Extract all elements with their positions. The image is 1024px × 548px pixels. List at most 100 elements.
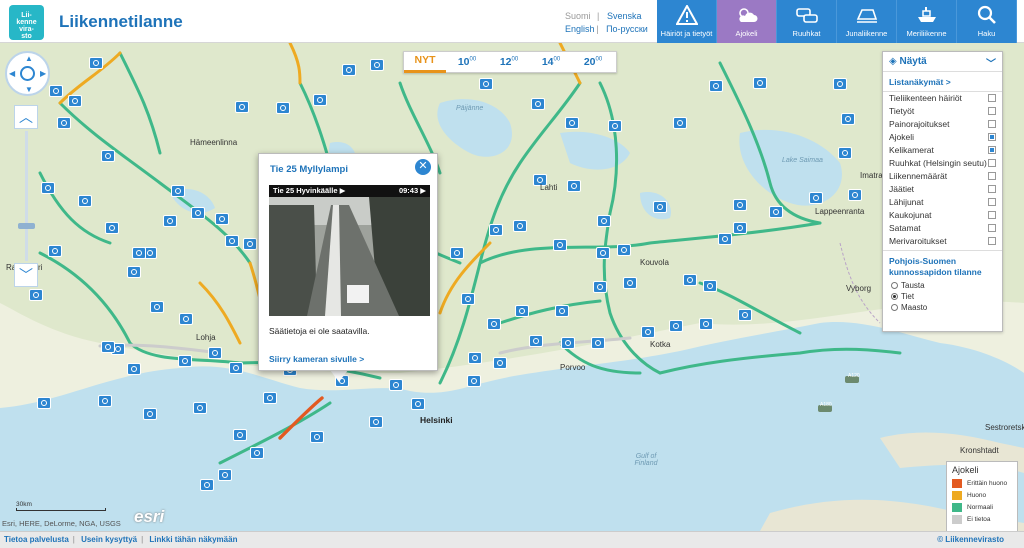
- camera-marker-icon[interactable]: [193, 402, 207, 414]
- layer-item[interactable]: Liikennemäärät: [883, 170, 1002, 183]
- camera-marker-icon[interactable]: [669, 320, 683, 332]
- camera-marker-icon[interactable]: [591, 337, 605, 349]
- camera-marker-icon[interactable]: [235, 101, 249, 113]
- camera-marker-icon[interactable]: [555, 305, 569, 317]
- camera-marker-icon[interactable]: [41, 182, 55, 194]
- camera-marker-icon[interactable]: [37, 397, 51, 409]
- camera-marker-icon[interactable]: [468, 352, 482, 364]
- camera-marker-icon[interactable]: [143, 408, 157, 420]
- camera-marker-icon[interactable]: [461, 293, 475, 305]
- pan-down-icon[interactable]: ▼: [25, 85, 33, 94]
- camera-marker-icon[interactable]: [467, 375, 481, 387]
- time-now[interactable]: NYT: [404, 51, 446, 73]
- footer-link-share[interactable]: Linkki tähän näkymään: [149, 535, 237, 544]
- camera-marker-icon[interactable]: [389, 379, 403, 391]
- layer-item[interactable]: Kaukojunat: [883, 209, 1002, 222]
- layer-checkbox[interactable]: [988, 172, 996, 180]
- camera-marker-icon[interactable]: [833, 78, 847, 90]
- camera-marker-icon[interactable]: [593, 281, 607, 293]
- app-title[interactable]: Liikennetilanne: [59, 12, 183, 32]
- camera-marker-icon[interactable]: [370, 59, 384, 71]
- camera-marker-icon[interactable]: [57, 117, 71, 129]
- camera-marker-icon[interactable]: [127, 363, 141, 375]
- zoom-slider-handle[interactable]: [18, 223, 35, 229]
- camera-marker-icon[interactable]: [171, 185, 185, 197]
- nav-ajokeli[interactable]: Ajokeli: [717, 0, 777, 43]
- camera-marker-icon[interactable]: [233, 429, 247, 441]
- traffic-map[interactable]: Helsinki Porvoo Kotka Vyborg Kronshtadt …: [0, 43, 1024, 531]
- camera-marker-icon[interactable]: [208, 347, 222, 359]
- camera-marker-icon[interactable]: [703, 280, 717, 292]
- layer-item[interactable]: Tieliikenteen häiriöt: [883, 92, 1002, 105]
- camera-marker-icon[interactable]: [178, 355, 192, 367]
- camera-marker-icon[interactable]: [617, 244, 631, 256]
- layer-checkbox[interactable]: [988, 198, 996, 206]
- layer-checkbox[interactable]: [988, 107, 996, 115]
- zoom-in-button[interactable]: ︿: [14, 105, 38, 129]
- time-14[interactable]: 1400: [530, 56, 572, 68]
- layer-checkbox[interactable]: [988, 224, 996, 232]
- chevron-down-icon[interactable]: ﹀: [986, 55, 996, 70]
- camera-marker-icon[interactable]: [673, 117, 687, 129]
- nav-ruuhkat[interactable]: Ruuhkat: [777, 0, 837, 43]
- camera-marker-icon[interactable]: [101, 150, 115, 162]
- radio-button[interactable]: [891, 282, 898, 289]
- layer-checkbox[interactable]: [988, 237, 996, 245]
- layer-item[interactable]: Ajokeli: [883, 131, 1002, 144]
- camera-marker-icon[interactable]: [369, 416, 383, 428]
- camera-marker-icon[interactable]: [841, 113, 855, 125]
- camera-marker-icon[interactable]: [699, 318, 713, 330]
- camera-marker-icon[interactable]: [29, 289, 43, 301]
- camera-marker-icon[interactable]: [493, 357, 507, 369]
- lang-russian[interactable]: По-русски: [606, 23, 655, 36]
- camera-marker-icon[interactable]: [179, 313, 193, 325]
- layer-checkbox[interactable]: [988, 133, 996, 141]
- camera-marker-icon[interactable]: [127, 266, 141, 278]
- camera-marker-icon[interactable]: [513, 220, 527, 232]
- camera-marker-icon[interactable]: [342, 64, 356, 76]
- pan-left-icon[interactable]: ◀: [9, 69, 15, 78]
- layer-item[interactable]: Ruuhkat (Helsingin seutu): [883, 157, 1002, 170]
- pan-right-icon[interactable]: ▶: [40, 69, 46, 78]
- camera-marker-icon[interactable]: [200, 479, 214, 491]
- pan-control[interactable]: ▲ ▼ ◀ ▶: [5, 51, 50, 96]
- camera-marker-icon[interactable]: [150, 301, 164, 313]
- list-views-link[interactable]: Listanäkymät >: [883, 72, 1002, 92]
- layer-item[interactable]: Painorajoitukset: [883, 118, 1002, 131]
- camera-marker-icon[interactable]: [68, 95, 82, 107]
- layer-item[interactable]: Jäätiet: [883, 183, 1002, 196]
- camera-marker-icon[interactable]: [529, 335, 543, 347]
- camera-marker-icon[interactable]: [561, 337, 575, 349]
- layer-item[interactable]: Lähijunat: [883, 196, 1002, 209]
- nav-hairiot[interactable]: Häiriöt ja tietyöt: [657, 0, 717, 43]
- camera-marker-icon[interactable]: [78, 195, 92, 207]
- camera-marker-icon[interactable]: [191, 207, 205, 219]
- camera-marker-icon[interactable]: [229, 362, 243, 374]
- layer-checkbox[interactable]: [988, 146, 996, 154]
- camera-marker-icon[interactable]: [683, 274, 697, 286]
- camera-marker-icon[interactable]: [243, 238, 257, 250]
- camera-marker-icon[interactable]: [89, 57, 103, 69]
- lang-suomi[interactable]: Suomi: [565, 10, 597, 23]
- camera-marker-icon[interactable]: [515, 305, 529, 317]
- nav-haku[interactable]: Haku: [957, 0, 1017, 43]
- camera-marker-icon[interactable]: [250, 447, 264, 459]
- camera-marker-icon[interactable]: [623, 277, 637, 289]
- pan-up-icon[interactable]: ▲: [25, 54, 33, 63]
- camera-marker-icon[interactable]: [733, 222, 747, 234]
- layer-item[interactable]: Satamat: [883, 222, 1002, 235]
- camera-marker-icon[interactable]: [215, 213, 229, 225]
- camera-image[interactable]: Tie 25 Hyvinkäälle ▶ 09:43 ▶: [269, 185, 430, 316]
- camera-marker-icon[interactable]: [218, 469, 232, 481]
- camera-marker-icon[interactable]: [276, 102, 290, 114]
- camera-marker-icon[interactable]: [838, 147, 852, 159]
- camera-marker-icon[interactable]: [608, 120, 622, 132]
- nav-junaliikenne[interactable]: Junaliikenne: [837, 0, 897, 43]
- zoom-out-button[interactable]: ﹀: [14, 263, 38, 287]
- pan-center[interactable]: [20, 66, 35, 81]
- camera-marker-icon[interactable]: [733, 199, 747, 211]
- camera-marker-icon[interactable]: [848, 189, 862, 201]
- camera-marker-icon[interactable]: [49, 85, 63, 97]
- camera-marker-icon[interactable]: [553, 239, 567, 251]
- camera-marker-icon[interactable]: [310, 431, 324, 443]
